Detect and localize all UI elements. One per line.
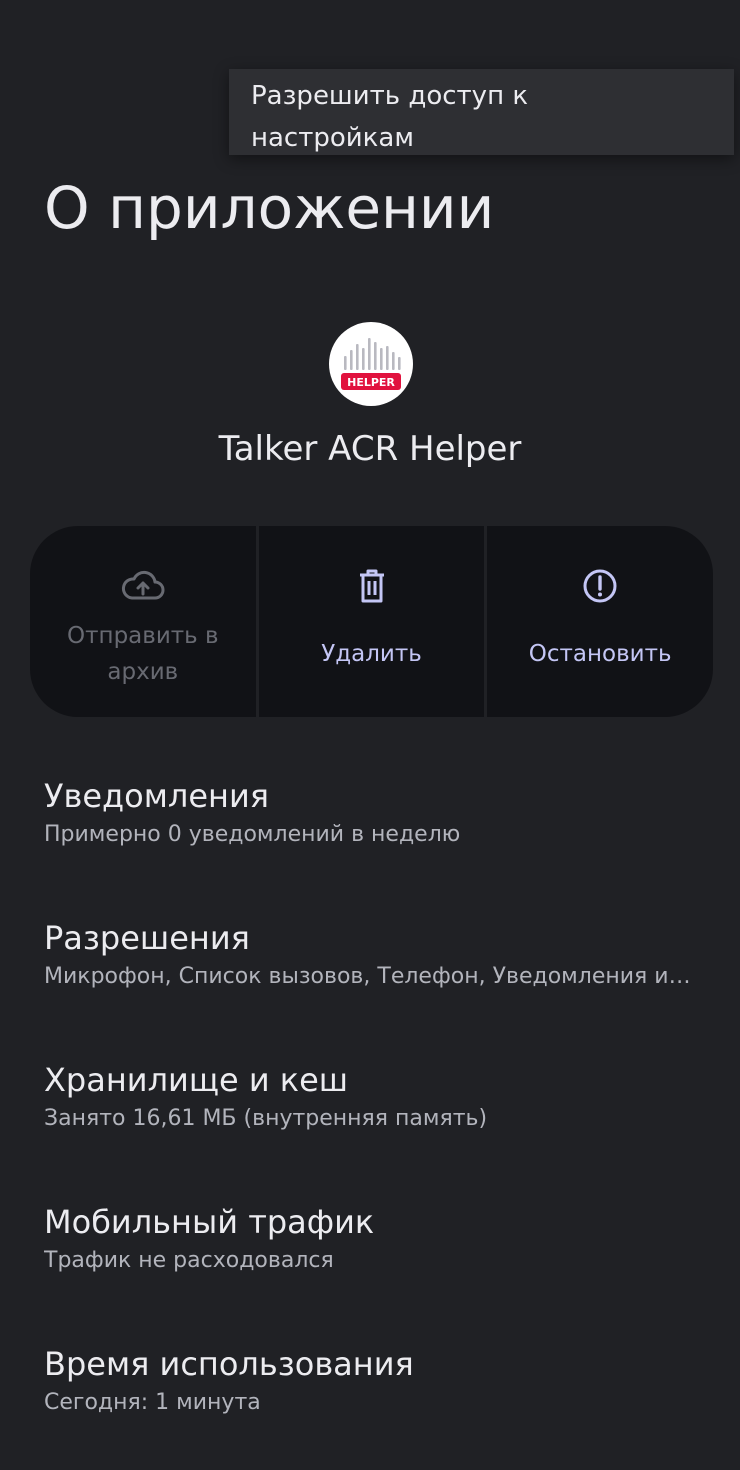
setting-permissions[interactable]: Разрешения Микрофон, Список вызовов, Тел…	[0, 900, 740, 1042]
page-title: О приложении	[44, 174, 495, 242]
app-icon-badge: HELPER	[347, 376, 395, 389]
sound-wave-icon: HELPER	[341, 338, 401, 390]
cloud-upload-icon	[120, 566, 166, 606]
menu-item-allow-settings-access[interactable]: Разрешить доступ к настройкам	[251, 75, 712, 159]
app-name: Talker ACR Helper	[218, 429, 522, 469]
setting-title: Мобильный трафик	[44, 1203, 375, 1241]
setting-title: Хранилище и кеш	[44, 1061, 349, 1099]
app-actions-bar: Отправить в архив Удалить Остановить	[30, 526, 714, 717]
setting-notifications[interactable]: Уведомления Примерно 0 уведомлений в нед…	[0, 758, 740, 900]
setting-title: Разрешения	[44, 919, 250, 957]
setting-title: Уведомления	[44, 777, 269, 815]
setting-summary: Сегодня: 1 минута	[44, 1390, 261, 1415]
setting-summary: Микрофон, Список вызовов, Телефон, Уведо…	[44, 964, 696, 989]
setting-title: Время использования	[44, 1345, 414, 1383]
setting-summary: Примерно 0 уведомлений в неделю	[44, 822, 461, 847]
force-stop-button[interactable]: Остановить	[487, 526, 714, 717]
overflow-popup-menu: Разрешить доступ к настройкам	[229, 69, 734, 155]
setting-summary: Занято 16,61 МБ (внутренняя память)	[44, 1106, 488, 1131]
app-settings-list: Уведомления Примерно 0 уведомлений в нед…	[0, 758, 740, 1468]
app-icon: HELPER	[329, 322, 413, 406]
trash-icon	[349, 566, 395, 606]
archive-button-label: Отправить в архив	[67, 623, 219, 685]
setting-storage-cache[interactable]: Хранилище и кеш Занято 16,61 МБ (внутрен…	[0, 1042, 740, 1184]
force-stop-button-label: Остановить	[528, 641, 672, 667]
uninstall-button-label: Удалить	[321, 641, 422, 667]
setting-summary: Трафик не расходовался	[44, 1248, 334, 1273]
setting-mobile-data[interactable]: Мобильный трафик Трафик не расходовался	[0, 1184, 740, 1326]
menu-item-label-line2: настройкам	[251, 123, 414, 153]
uninstall-button[interactable]: Удалить	[258, 526, 485, 717]
setting-screen-time[interactable]: Время использования Сегодня: 1 минута	[0, 1326, 740, 1468]
menu-item-label-line1: Разрешить доступ к	[251, 81, 529, 111]
force-stop-icon	[577, 566, 623, 606]
archive-button[interactable]: Отправить в архив	[30, 526, 256, 717]
